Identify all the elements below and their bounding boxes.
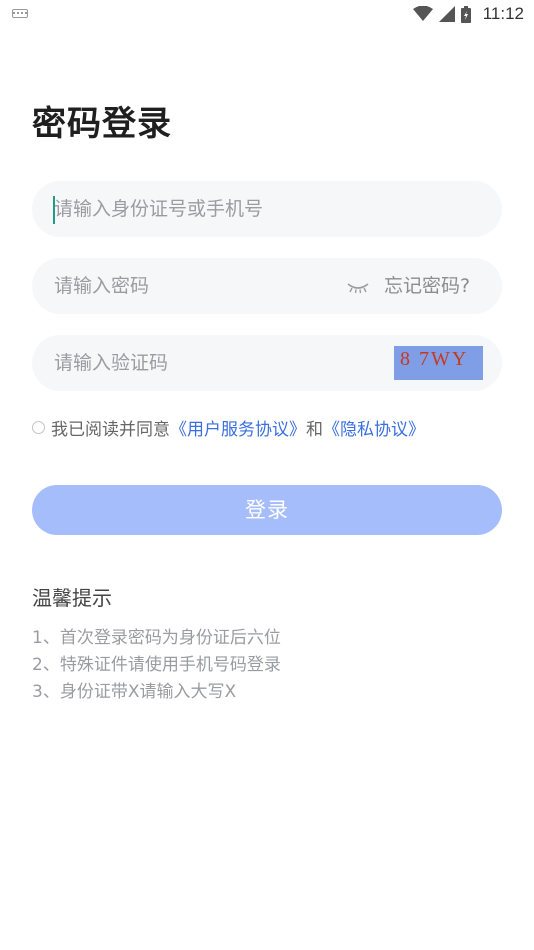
- signal-icon: [438, 6, 455, 22]
- status-bar: 11:12: [0, 0, 534, 28]
- agree-radio[interactable]: [32, 420, 45, 434]
- captcha-input[interactable]: [54, 335, 354, 391]
- tip-item: 3、身份证带X请输入大写X: [32, 682, 237, 702]
- keyboard-icon: [12, 9, 28, 18]
- tip-item: 2、特殊证件请使用手机号码登录: [32, 655, 281, 675]
- password-input-container[interactable]: 忘记密码?: [32, 258, 502, 314]
- privacy-link[interactable]: 《隐私协议》: [323, 415, 425, 440]
- tips-title: 温馨提示: [32, 586, 112, 610]
- forgot-password-link[interactable]: 忘记密码?: [384, 258, 470, 314]
- status-time: 11:12: [482, 4, 524, 23]
- battery-icon: [460, 5, 471, 23]
- password-input[interactable]: [54, 258, 334, 314]
- wifi-icon: [412, 6, 433, 21]
- status-icons: 11:12: [412, 4, 524, 24]
- tips-list: 1、首次登录密码为身份证后六位 2、特殊证件请使用手机号码登录 3、身份证带X请…: [32, 625, 281, 706]
- agreement-conjunction: 和: [306, 419, 323, 440]
- agreement-row: 我已阅读并同意 《用户服务协议》 和 《隐私协议》: [32, 414, 425, 440]
- login-button[interactable]: 登录: [32, 485, 502, 535]
- eye-closed-icon[interactable]: [346, 280, 370, 294]
- agreement-text: 我已阅读并同意: [51, 419, 170, 440]
- captcha-code: 8 7WY: [400, 348, 469, 370]
- id-number-input[interactable]: [54, 181, 474, 237]
- terms-link[interactable]: 《用户服务协议》: [170, 415, 306, 440]
- captcha-image[interactable]: 8 7WY: [394, 346, 483, 380]
- text-caret: [53, 196, 55, 224]
- tip-item: 1、首次登录密码为身份证后六位: [32, 628, 281, 648]
- captcha-input-container[interactable]: 8 7WY: [32, 335, 502, 391]
- page-title: 密码登录: [32, 104, 172, 144]
- id-input-container[interactable]: [32, 181, 502, 237]
